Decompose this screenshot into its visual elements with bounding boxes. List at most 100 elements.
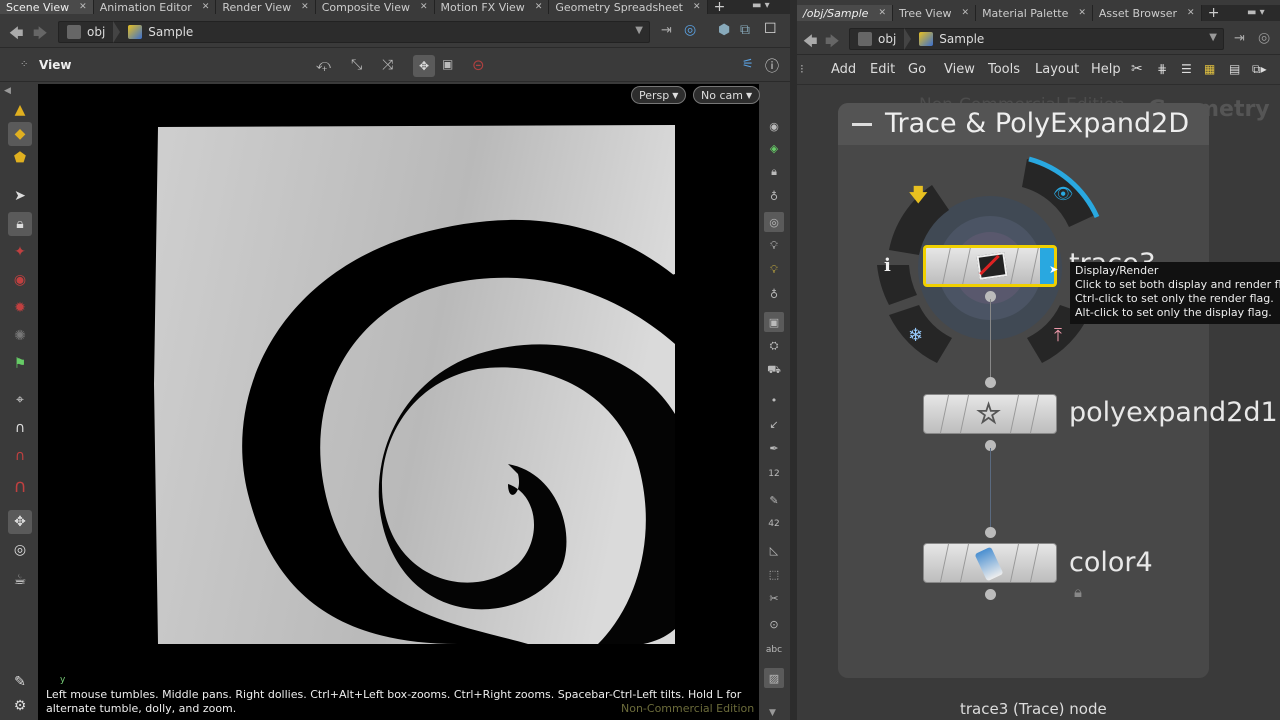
chevron-down-icon[interactable]: ▼: [635, 25, 643, 36]
template-pin-icon[interactable]: ⤒: [1054, 325, 1062, 346]
record-icon[interactable]: ⊙: [764, 614, 784, 634]
scroll-left-icon[interactable]: ◀: [4, 86, 11, 96]
point-numbers-icon[interactable]: 12: [764, 464, 784, 484]
tab-scene-view[interactable]: Scene View ✕: [0, 0, 94, 14]
sculpt-icon[interactable]: ◆: [8, 122, 32, 146]
forward-arrow-icon[interactable]: 🡆: [33, 23, 47, 47]
wrench-icon[interactable]: ✂: [1131, 61, 1143, 77]
menu-add[interactable]: Add: [831, 62, 856, 77]
close-icon[interactable]: ✕: [962, 8, 970, 18]
menu-go[interactable]: Go: [908, 62, 926, 77]
lock-icon[interactable]: 🔒︎: [764, 162, 784, 182]
camera-icon[interactable]: ⧉: [740, 22, 750, 38]
tab-geometry-spreadsheet[interactable]: Geometry Spreadsheet ✕: [549, 0, 708, 14]
close-icon[interactable]: ✕: [202, 2, 210, 12]
tab-asset-browser[interactable]: Asset Browser ✕: [1092, 5, 1202, 21]
select-pose-icon[interactable]: ⤽: [316, 57, 331, 73]
light-icon[interactable]: 💡︎: [764, 236, 784, 256]
list-icon[interactable]: ☰: [1181, 62, 1192, 76]
close-icon[interactable]: ✕: [693, 2, 701, 12]
toolbar-overflow-icon[interactable]: ⧉▸: [1252, 62, 1267, 77]
tree-icon[interactable]: ⋕: [1157, 62, 1167, 76]
node-label-polyexpand2d1[interactable]: polyexpand2d1: [1069, 397, 1278, 428]
close-icon[interactable]: ✕: [535, 2, 543, 12]
help-icon[interactable]: ⓘ: [765, 56, 779, 76]
tab-animation-editor[interactable]: Animation Editor ✕: [93, 0, 217, 14]
display-options-icon[interactable]: ▣: [442, 57, 453, 71]
knife-icon[interactable]: ✂: [764, 588, 784, 608]
lock-icon[interactable]: 🔒︎: [8, 212, 32, 236]
tab-tree-view[interactable]: Tree View ✕: [892, 5, 977, 21]
handle-icon[interactable]: ✺: [8, 324, 32, 348]
pane-menu-icon[interactable]: ▬ ▾: [752, 0, 770, 11]
pin-icon[interactable]: ⇥: [1234, 31, 1245, 46]
persp-menu-button[interactable]: Persp ▼: [631, 86, 687, 104]
camera-menu-button[interactable]: No cam ▼: [693, 86, 761, 104]
breadcrumb-obj[interactable]: obj: [850, 29, 904, 49]
cube-icon[interactable]: ⬢: [718, 22, 730, 38]
breadcrumb-sample[interactable]: Sample: [120, 22, 201, 42]
menu-edit[interactable]: Edit: [870, 62, 895, 77]
tab-render-view[interactable]: Render View ✕: [216, 0, 316, 14]
paint-brush-icon[interactable]: ✎: [8, 670, 32, 694]
menu-layout[interactable]: Layout: [1035, 62, 1079, 77]
input-connector[interactable]: [985, 527, 996, 538]
pose-icon[interactable]: ⚑: [8, 352, 32, 376]
prim-numbers-icon[interactable]: 42: [764, 514, 784, 534]
info-icon[interactable]: i: [884, 255, 891, 276]
layout-icon[interactable]: ⚟: [742, 57, 754, 72]
grid-snap-icon[interactable]: ✥: [8, 510, 32, 534]
point-icon[interactable]: •: [764, 390, 784, 410]
close-icon[interactable]: ✕: [420, 2, 428, 12]
camera-snap-icon[interactable]: ◎: [8, 538, 32, 562]
camera-icon[interactable]: ⛟: [764, 360, 784, 380]
dashed-box-icon[interactable]: ⬚: [764, 564, 784, 584]
back-arrow-icon[interactable]: 🡄: [9, 23, 23, 47]
headlight-icon[interactable]: 💡︎: [764, 260, 784, 280]
brush-icon[interactable]: ✎: [764, 490, 784, 510]
node-polyexpand2d1[interactable]: ☆: [923, 394, 1057, 434]
tab-motion-fx-view[interactable]: Motion FX View ✕: [434, 0, 550, 14]
link-icon[interactable]: ◎: [684, 22, 696, 38]
add-tab-button[interactable]: +: [1202, 5, 1226, 21]
output-connector[interactable]: [985, 589, 996, 600]
settings-icon[interactable]: ⚙: [8, 694, 32, 718]
menu-help[interactable]: Help: [1091, 62, 1121, 77]
background-icon[interactable]: ▣: [764, 312, 784, 332]
magnet-red-icon[interactable]: ∩: [8, 444, 32, 468]
text-icon[interactable]: abc: [764, 640, 784, 660]
render-icon[interactable]: ☕: [8, 568, 32, 592]
normal-icon[interactable]: ↙: [764, 414, 784, 434]
magnet-icon[interactable]: ∩: [8, 416, 32, 440]
brush-icon[interactable]: ⬟: [8, 146, 32, 170]
scale-icon[interactable]: ✹: [8, 296, 32, 320]
tab-material-palette[interactable]: Material Palette ✕: [976, 5, 1093, 21]
menu-view[interactable]: View: [944, 62, 975, 77]
paint-icon[interactable]: ▲: [8, 98, 32, 122]
close-icon[interactable]: ✕: [1187, 8, 1195, 18]
close-icon[interactable]: ✕: [1078, 8, 1086, 18]
select-arrow-icon[interactable]: ➤: [8, 184, 32, 208]
add-tab-button[interactable]: +: [708, 0, 732, 15]
select-component-icon[interactable]: ⤡: [351, 57, 362, 73]
chevron-down-icon[interactable]: ▼: [1209, 32, 1217, 43]
breadcrumb-sample[interactable]: Sample: [911, 29, 992, 49]
display-eye-icon[interactable]: 👁︎: [1053, 184, 1073, 203]
path-field[interactable]: obj Sample ▼: [58, 21, 650, 43]
link-icon[interactable]: ◎: [1258, 30, 1270, 46]
pin-icon[interactable]: ⇥: [661, 23, 672, 38]
pane-splitter[interactable]: [790, 0, 797, 720]
input-connector[interactable]: [985, 377, 996, 388]
close-icon[interactable]: ✕: [301, 2, 309, 12]
breadcrumb-obj[interactable]: obj: [59, 22, 113, 42]
close-icon[interactable]: ✕: [878, 8, 886, 18]
lock-icon[interactable]: 🔒︎: [1074, 583, 1082, 601]
table-icon[interactable]: ▤: [1229, 62, 1240, 76]
tab-obj-sample[interactable]: /obj/Sample ✕: [797, 5, 893, 21]
menu-tools[interactable]: Tools: [988, 62, 1020, 77]
back-arrow-icon[interactable]: 🡄: [803, 31, 817, 55]
bypass-arrow-icon[interactable]: 🡇: [909, 183, 928, 213]
shade-object-icon[interactable]: ⛭: [764, 336, 784, 356]
bulb-icon[interactable]: ♁: [764, 186, 784, 206]
image-icon[interactable]: ▨: [764, 668, 784, 688]
